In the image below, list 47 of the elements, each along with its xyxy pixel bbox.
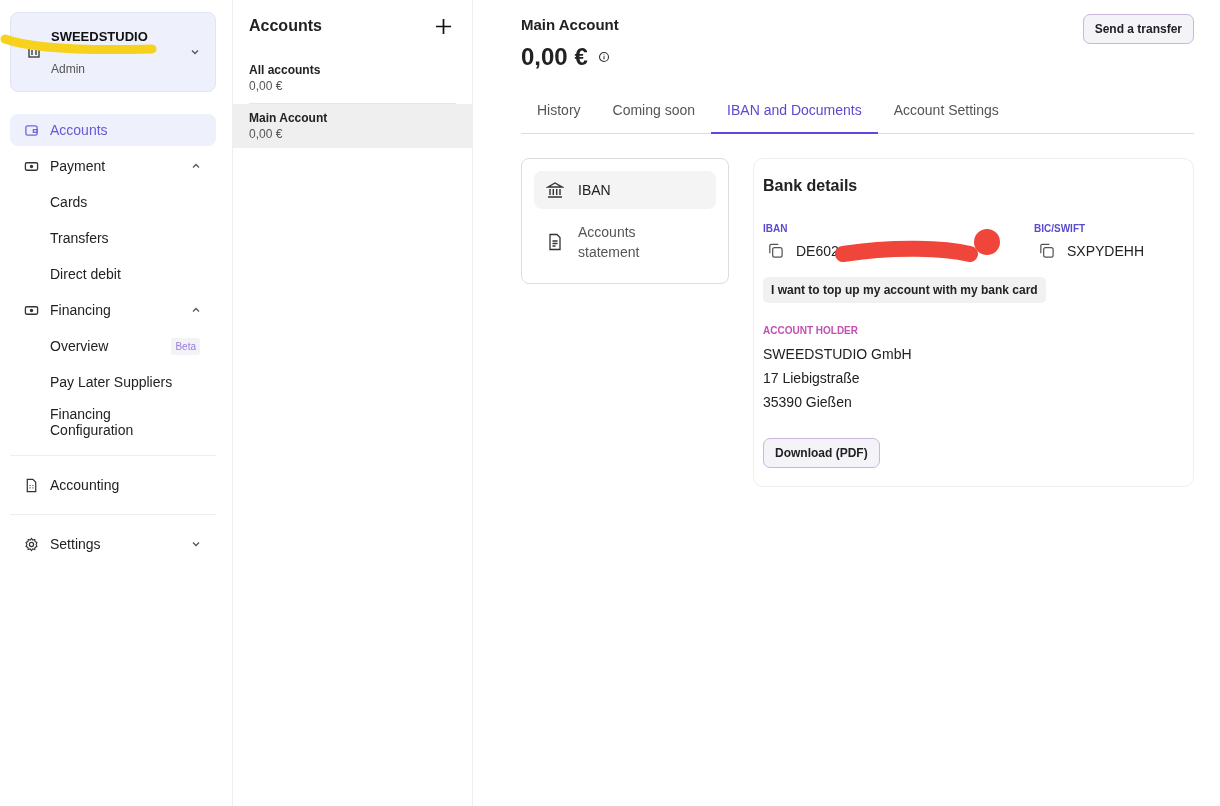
- nav-subitem[interactable]: Pay Later Suppliers: [10, 366, 216, 398]
- address-line: 35390 Gießen: [763, 394, 853, 410]
- balance: 0,00 €: [521, 43, 588, 71]
- workspace-switcher[interactable]: SWEEDSTUDIO Admin: [10, 12, 216, 92]
- tab[interactable]: Coming soon: [596, 91, 712, 134]
- field-label: ACCOUNT HOLDER: [763, 325, 858, 336]
- nav-subitem[interactable]: Transfers: [10, 222, 216, 254]
- bic-value: SXPYDEHH: [1067, 242, 1145, 259]
- bank-icon: [546, 181, 564, 199]
- copy-icon[interactable]: [767, 242, 784, 259]
- card-title: Bank details: [763, 177, 858, 195]
- nav-item[interactable]: Settings: [10, 528, 216, 560]
- nav-subitem[interactable]: Cards: [10, 186, 216, 218]
- tab[interactable]: History: [521, 91, 597, 134]
- panel-title: Accounts: [249, 17, 322, 35]
- field-label: IBAN: [763, 223, 789, 234]
- nav-item[interactable]: Financing: [10, 294, 216, 326]
- address-line: 17 Liebigstraße: [763, 370, 861, 386]
- add-icon[interactable]: [435, 17, 452, 35]
- account-item[interactable]: Main Account 0,00 €: [233, 104, 472, 148]
- workspace-name: SWEEDSTUDIO: [51, 28, 149, 44]
- tab[interactable]: Account Settings: [877, 91, 1015, 134]
- copy-icon[interactable]: [1038, 242, 1055, 259]
- document-icon: [24, 477, 39, 493]
- wallet-icon: [24, 122, 39, 138]
- field-label: BIC/SWIFT: [1034, 223, 1087, 234]
- top-up-button[interactable]: I want to top up my account with my bank card: [763, 277, 1046, 303]
- menu-item[interactable]: Accounts statement: [534, 213, 716, 271]
- tab[interactable]: IBAN and Documents: [711, 91, 878, 134]
- nav-item[interactable]: Payment: [10, 150, 216, 182]
- address-line: SWEEDSTUDIO GmbH: [763, 346, 912, 362]
- download-button[interactable]: Download (PDF): [763, 438, 880, 468]
- beta-badge: Beta: [171, 337, 200, 355]
- iban-value: DE602: [796, 242, 839, 259]
- nav-subitem[interactable]: Overview Beta: [10, 330, 216, 362]
- info-icon[interactable]: [597, 51, 610, 63]
- send-transfer-button[interactable]: Send a transfer: [1082, 14, 1194, 44]
- document-icon: [546, 233, 564, 251]
- nav-item[interactable]: Accounting: [10, 469, 216, 501]
- account-item[interactable]: All accounts 0,00 €: [233, 56, 472, 100]
- workspace-role: Admin: [51, 61, 86, 76]
- settings-icon: [24, 536, 39, 552]
- menu-item[interactable]: IBAN: [534, 171, 716, 209]
- nav-subitem[interactable]: Direct debit: [10, 258, 216, 290]
- nav-item[interactable]: Accounts: [10, 114, 216, 146]
- account-title: Main Account: [521, 16, 619, 33]
- nav-subitem[interactable]: Financing Configuration: [10, 402, 216, 442]
